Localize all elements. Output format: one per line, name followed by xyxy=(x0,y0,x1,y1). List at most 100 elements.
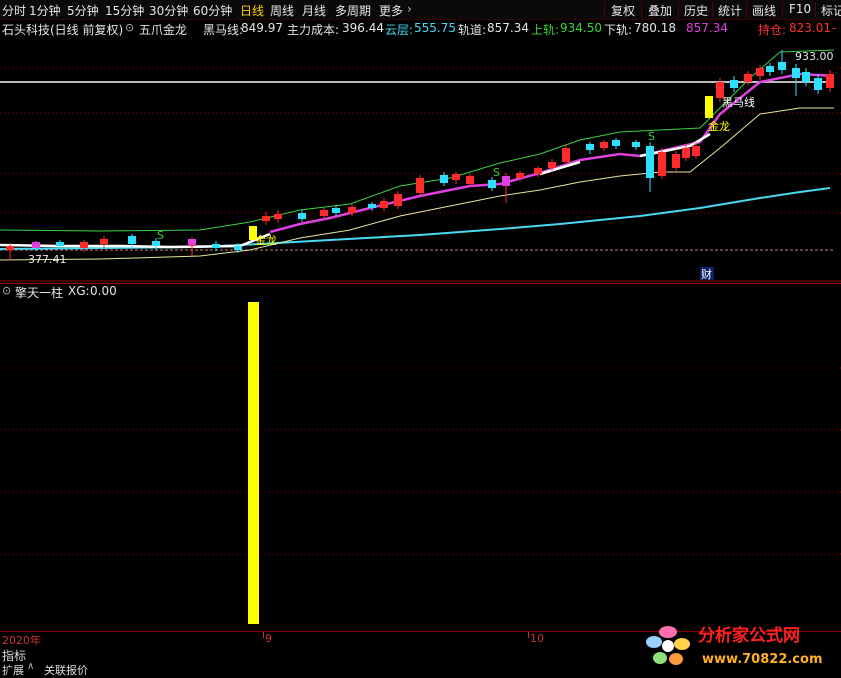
upper-value: 934.50 xyxy=(560,21,602,35)
sub-indicator-title[interactable]: 擎天一柱 xyxy=(15,284,63,301)
tab-daily[interactable]: 日线 xyxy=(240,2,264,19)
sub-indicator-chart[interactable] xyxy=(0,300,841,630)
kline-chart[interactable]: 933.00 377.41 金龙 金龙 黑马线 S S S 财 xyxy=(0,38,841,282)
candle-body xyxy=(562,148,570,162)
tab-5min[interactable]: 5分钟 xyxy=(67,2,99,19)
indicator-name[interactable]: 五爪金龙 xyxy=(139,21,187,38)
candle-body xyxy=(534,168,542,174)
candle-body xyxy=(802,72,810,82)
candle-body xyxy=(658,152,666,176)
fuquan-button[interactable]: 复权 xyxy=(611,2,635,19)
candle-body xyxy=(320,210,328,216)
candle-body xyxy=(548,162,556,168)
candle-body xyxy=(600,142,608,148)
sub-indicator-header: ⊙ 擎天一柱 XG: 0.00 xyxy=(0,284,841,300)
mark-button[interactable]: 标记 xyxy=(821,2,841,19)
ma-white-line-mid xyxy=(539,160,581,176)
xg-label: XG: xyxy=(68,284,90,298)
s-mark-3: S xyxy=(648,130,655,143)
f10-button[interactable]: F10 xyxy=(789,2,811,16)
candle-body-highlight xyxy=(502,176,510,186)
statistics-button[interactable]: 统计 xyxy=(718,2,742,19)
candle-body xyxy=(672,154,680,168)
logo-url: www.70822.com xyxy=(702,652,823,667)
tab-multi-period[interactable]: 多周期 xyxy=(335,2,371,19)
candle-body xyxy=(516,173,524,178)
finance-event-label: 财 xyxy=(701,267,712,281)
stock-title: 石头科技(日线 前复权) xyxy=(2,23,124,37)
tab-1min[interactable]: 1分钟 xyxy=(29,2,61,19)
candle-body xyxy=(452,174,460,180)
tab-60min[interactable]: 60分钟 xyxy=(193,2,232,19)
sub-grid-lines xyxy=(0,367,841,555)
cloud-label: 云层: xyxy=(385,23,414,37)
tab-fenshi[interactable]: 分时 xyxy=(2,2,26,19)
lower-value: 780.18 xyxy=(634,21,676,35)
cloud-value: 555.75 xyxy=(414,21,456,35)
candle-body xyxy=(586,144,594,150)
position-value: 823.01 xyxy=(789,21,831,35)
candle-body xyxy=(212,244,220,248)
candle-body xyxy=(814,78,822,90)
axis-month-10: 10 xyxy=(530,632,544,645)
draw-line-button[interactable]: 画线 xyxy=(752,2,776,19)
tab-weekly[interactable]: 周线 xyxy=(270,2,294,19)
tab-more[interactable]: 更多 xyxy=(379,2,403,19)
track-value: 857.34 xyxy=(487,21,529,35)
candle-body xyxy=(100,239,108,244)
candle-body xyxy=(466,176,474,184)
chevron-down-icon[interactable]: ⊙ xyxy=(125,21,134,34)
cost-value: 396.44 xyxy=(342,21,384,35)
candle-body xyxy=(682,148,690,158)
tab-monthly[interactable]: 月线 xyxy=(302,2,326,19)
candle-body xyxy=(646,146,654,178)
candle-body xyxy=(792,68,800,78)
candle-body xyxy=(766,66,774,72)
chevron-up-icon[interactable]: ∧ xyxy=(27,661,34,672)
track-label: 轨道: xyxy=(458,23,487,37)
finance-event-marker[interactable]: 财 xyxy=(700,267,714,281)
site-logo: 分析家公式网 www.70822.com xyxy=(646,625,823,667)
upper-label: 上轨: xyxy=(531,23,560,37)
period-toolbar: 分时 1分钟 5分钟 15分钟 30分钟 60分钟 日线 周线 月线 多周期 更… xyxy=(0,0,841,20)
related-quote-tab[interactable]: 关联报价 xyxy=(44,662,88,678)
candle-body xyxy=(730,80,738,88)
chevron-right-icon[interactable]: › xyxy=(407,2,412,16)
flower-icon xyxy=(646,626,690,665)
lower-label: 下轨: xyxy=(604,23,633,37)
candle-body xyxy=(394,194,402,206)
tab-15min[interactable]: 15分钟 xyxy=(105,2,144,19)
indicator-info-bar: 石头科技(日线 前复权) ⊙ 五爪金龙 黑马线: 849.97 主力成本: 39… xyxy=(0,20,841,38)
signal-candle-2 xyxy=(705,96,713,118)
candle-body xyxy=(744,74,752,82)
candle-body-highlight xyxy=(32,242,40,248)
candle-body xyxy=(692,146,700,156)
high-price-label: 933.00 xyxy=(795,50,834,63)
logo-title: 分析家公式网 xyxy=(698,625,800,646)
candle-body xyxy=(262,216,270,221)
overlay-button[interactable]: 叠加 xyxy=(648,2,672,19)
pillar-bar xyxy=(248,302,259,624)
upper-band-line xyxy=(0,49,835,232)
candle-body xyxy=(80,242,88,248)
s-mark-1: S xyxy=(157,229,164,242)
xg-value: 0.00 xyxy=(90,284,117,298)
low-price-label: 377.41 xyxy=(28,253,67,266)
heima-value: 849.97 xyxy=(241,21,283,35)
candle-body xyxy=(632,142,640,147)
candle-body xyxy=(332,208,340,213)
jinlong-label-1: 金龙 xyxy=(255,233,277,247)
candle-body xyxy=(416,178,424,193)
candle-body xyxy=(298,213,306,219)
cost-label: 主力成本: xyxy=(287,23,340,37)
candle-body xyxy=(440,175,448,183)
scroll-indicator: - xyxy=(832,21,837,35)
tab-30min[interactable]: 30分钟 xyxy=(149,2,188,19)
candle-body xyxy=(380,201,388,208)
chevron-down-icon[interactable]: ⊙ xyxy=(2,284,11,297)
axis-month-9: 9 xyxy=(265,632,272,645)
candle-body xyxy=(612,140,620,146)
extend-tab[interactable]: 扩展 xyxy=(2,662,24,678)
candle-body xyxy=(756,68,764,76)
history-button[interactable]: 历史 xyxy=(684,2,708,19)
